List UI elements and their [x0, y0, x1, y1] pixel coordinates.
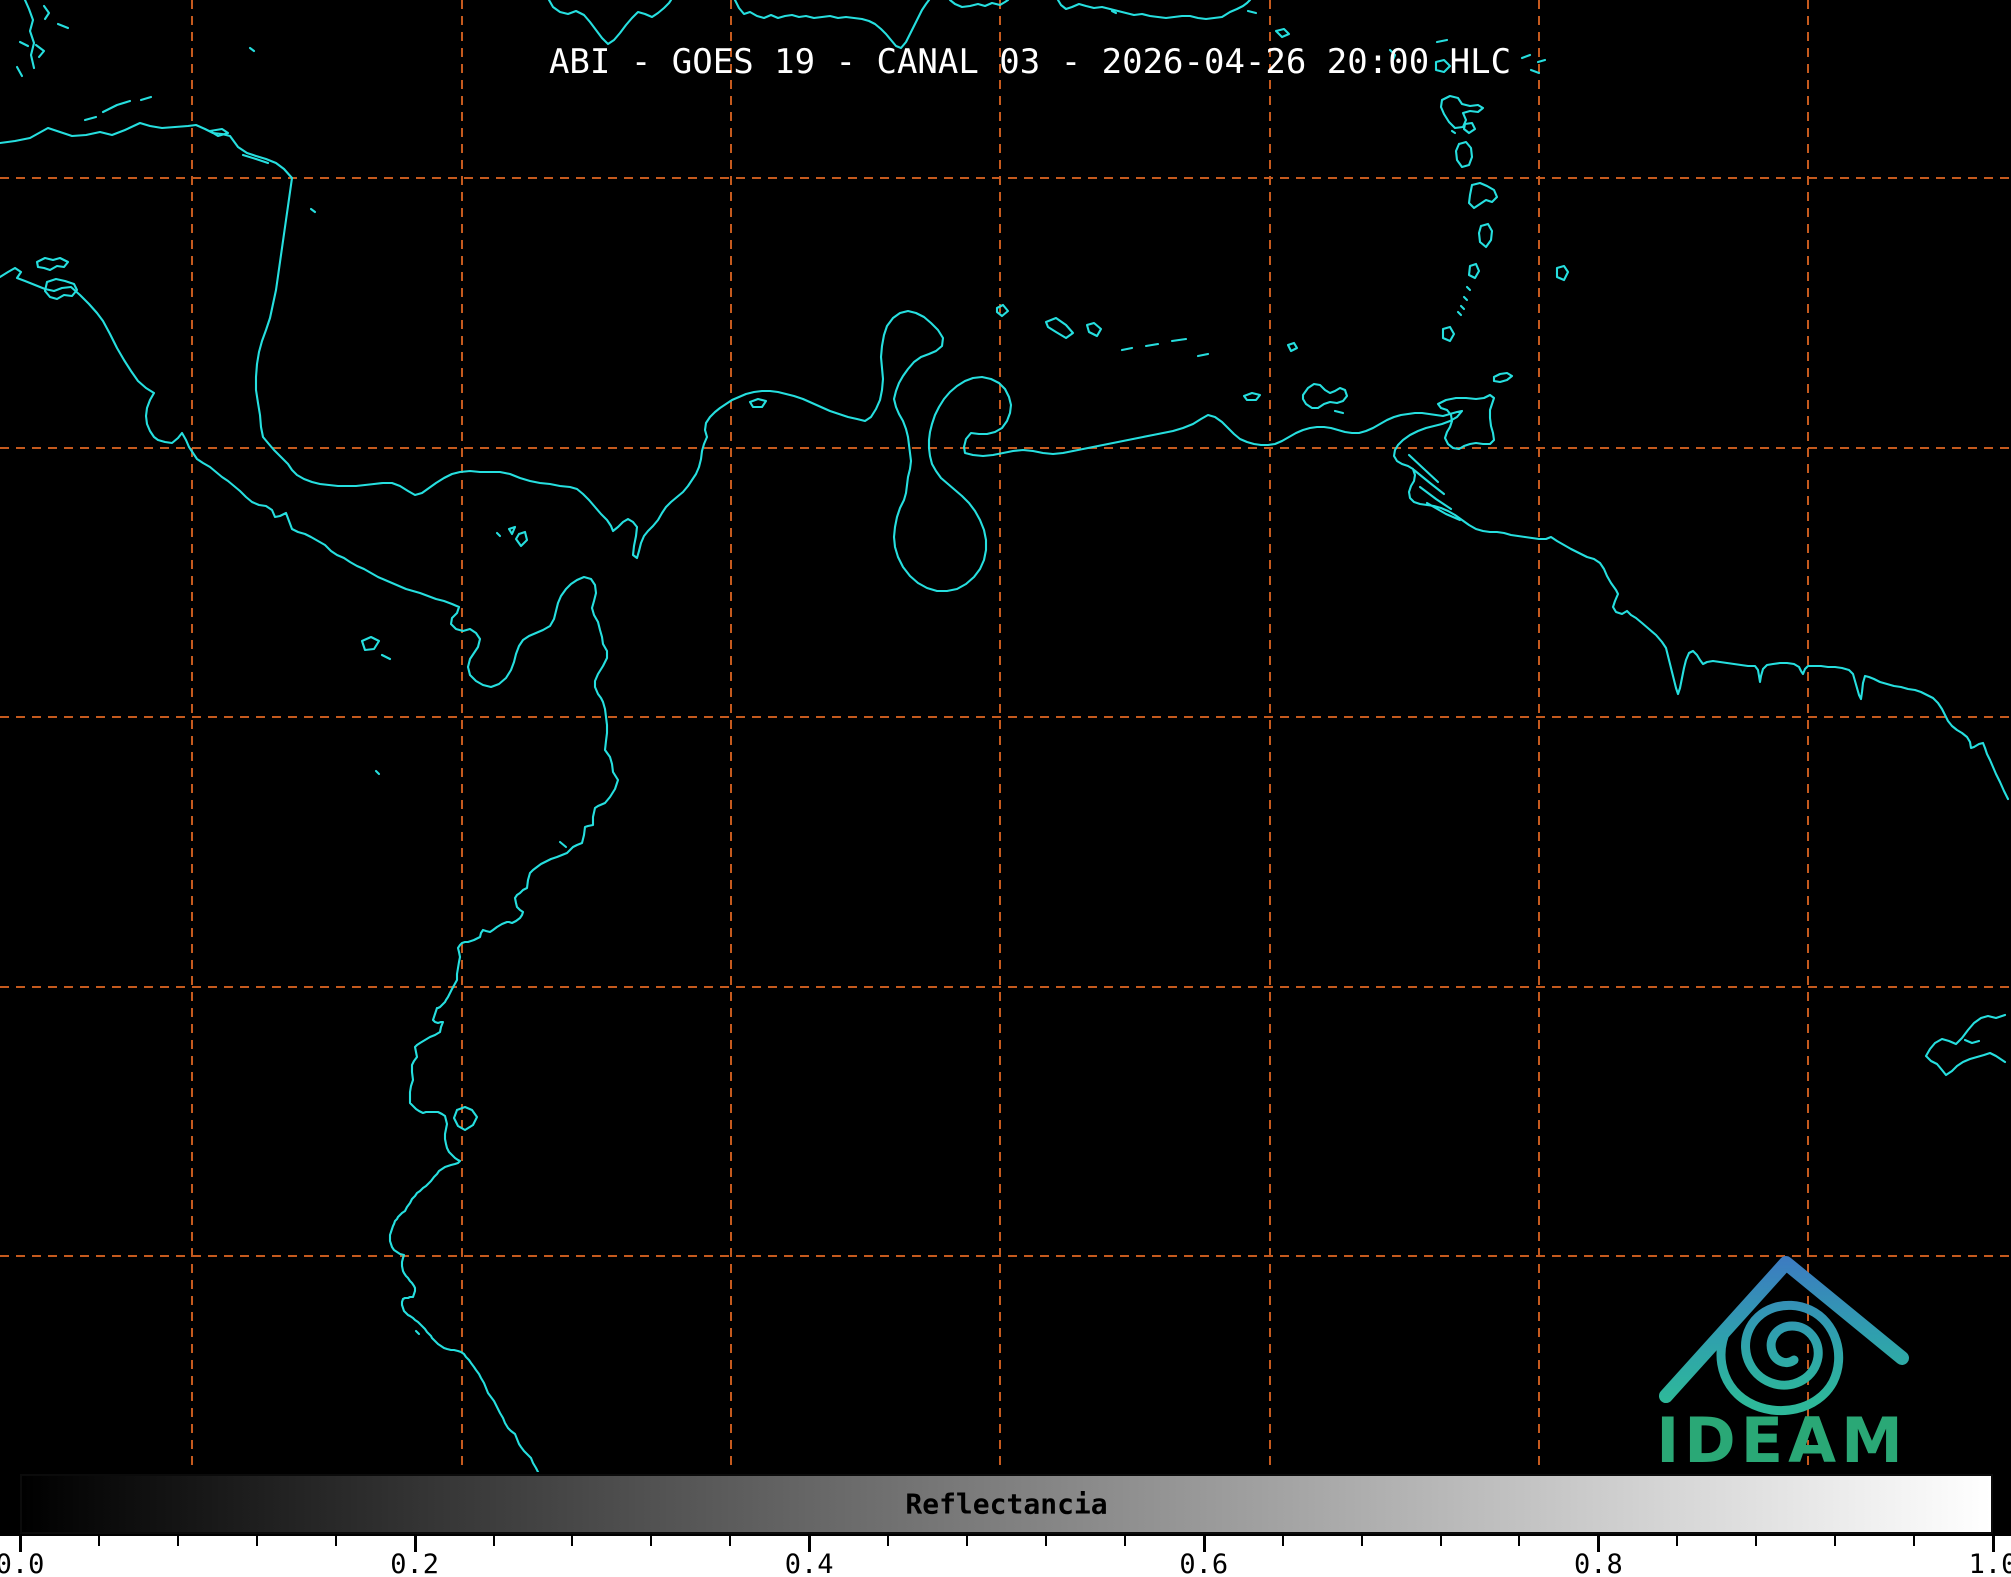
- colorbar-minor-tick: [1044, 1536, 1047, 1546]
- coastline-belize-cay-5: [15, 65, 24, 78]
- coastline-pearl-island-2: [514, 530, 529, 548]
- coastline-st-lucia: [1477, 222, 1494, 249]
- coastline-st-croix: [1274, 27, 1291, 39]
- colorbar-minor-tick: [887, 1536, 890, 1546]
- coastline-coche: [1333, 409, 1345, 415]
- coastline-la-blanquilla: [1286, 341, 1299, 353]
- coastline-grenada: [1441, 325, 1456, 343]
- coastline-antigua-1: [1520, 53, 1532, 60]
- colorbar-minor-tick: [334, 1536, 337, 1546]
- coastline-belize-coast: [23, 0, 36, 70]
- coastline-guadeloupe: [1439, 94, 1485, 130]
- coastline-pearl-island-3: [495, 531, 502, 538]
- coastline-st-vincent: [1467, 262, 1481, 280]
- coastline-cienaga-santa-marta: [748, 397, 768, 409]
- ideam-logo-text: IDEAM: [1656, 1404, 1908, 1477]
- coastline-los-roques-2: [1144, 342, 1160, 348]
- coastline-martinique: [1467, 181, 1499, 210]
- coastline-marie-galante: [1462, 121, 1477, 135]
- coastline-vieques: [1246, 9, 1258, 15]
- coastline-lake-managua: [35, 256, 70, 272]
- colorbar-minor-tick: [1518, 1536, 1521, 1546]
- colorbar-minor-tick: [176, 1536, 179, 1546]
- coastline-grenadines-3: [1459, 304, 1466, 311]
- colorbar-minor-tick: [97, 1536, 100, 1546]
- colorbar-minor-tick: [1676, 1536, 1679, 1546]
- colorbar-tick-label: 0.2: [390, 1549, 439, 1577]
- coastline-barbados: [1555, 264, 1570, 282]
- coastline-miskito-cay: [309, 207, 317, 214]
- colorbar-tick-label: 0.8: [1574, 1549, 1623, 1577]
- coastline-dominican-south-coast: [733, 0, 931, 50]
- colorbar-minor-tick: [1123, 1536, 1126, 1546]
- coastline-puerto-rico-south-coast: [1056, 0, 1252, 21]
- colorbar-minor-tick: [492, 1536, 495, 1546]
- ideam-logo: IDEAM: [1656, 1256, 1909, 1477]
- coastline-margarita: [1301, 382, 1349, 410]
- colorbar-tick-label: 1.0: [1968, 1549, 2011, 1577]
- coastline-roatan: [101, 99, 132, 114]
- coastline-orinoco-channel-4: [1425, 501, 1462, 522]
- coastline-belize-cay-1: [42, 4, 51, 21]
- coastline-amazon-mouth: [1924, 1013, 2007, 1077]
- coastline-amazon-channel: [1963, 1038, 1981, 1045]
- colorbar-tick-label: 0.6: [1179, 1549, 1229, 1577]
- coastline-la-tortuga: [1242, 391, 1262, 402]
- colorbar-minor-tick: [1913, 1536, 1916, 1546]
- coastline-antigua-3: [1529, 68, 1541, 75]
- colorbar-minor-tick: [650, 1536, 653, 1546]
- coastline-antigua-2: [1536, 58, 1547, 64]
- coastline-guanaja: [139, 95, 153, 102]
- colorbar-minor-tick: [729, 1536, 732, 1546]
- colorbar-label: Reflectancia: [905, 1487, 1108, 1521]
- reflectance-colorbar: Reflectancia: [20, 1474, 1993, 1534]
- coastline-caribbean-mainline: [0, 121, 2010, 801]
- coastline-los-roques-1: [1120, 346, 1134, 352]
- coastline-les-saintes: [1450, 129, 1457, 135]
- colorbar-minor-tick: [255, 1536, 258, 1546]
- colorbar-tick-label: 0.0: [0, 1549, 45, 1577]
- colorbar-minor-tick: [966, 1536, 969, 1546]
- coastline-belize-cay-3: [18, 40, 30, 48]
- coastline-la-orchila: [1196, 352, 1210, 358]
- coastline-tobago: [1492, 371, 1514, 384]
- coastline-grenadines-4: [1456, 310, 1463, 317]
- coastline-aruba: [995, 303, 1010, 318]
- coastline-gorgona: [558, 840, 568, 849]
- colorbar-axis-strip: 0.0 0.2 0.4 0.6 0.8 1.0: [0, 1536, 2011, 1577]
- colorbar-minor-tick: [1755, 1536, 1758, 1546]
- image-title: ABI - GOES 19 - CANAL 03 - 2026-04-26 20…: [548, 42, 1512, 82]
- colorbar-minor-tick: [571, 1536, 574, 1546]
- coastline-coiba: [360, 635, 381, 652]
- coastline-utila: [83, 115, 98, 122]
- coastline-belize-cay-2: [56, 22, 70, 30]
- coastline-malpelo: [374, 769, 381, 776]
- coastline-haiti-tiburon: [547, 0, 673, 46]
- colorbar-tick-label: 0.4: [784, 1549, 834, 1577]
- coastline-ecuador-islet: [414, 1329, 421, 1336]
- satellite-image-viewport: ABI - GOES 19 - CANAL 03 - 2026-04-26 20…: [0, 0, 2011, 1577]
- coastline-dominica: [1454, 140, 1474, 169]
- coastline-cebaco: [380, 653, 392, 661]
- coastline-puna-island: [452, 1105, 479, 1132]
- colorbar-minor-tick: [1834, 1536, 1837, 1546]
- coastline-curacao: [1044, 316, 1075, 340]
- coastline-grenadines-2: [1462, 295, 1469, 302]
- coastline-los-roques-3: [1170, 337, 1188, 343]
- coastline-pearl-island-1: [507, 525, 517, 536]
- colorbar-minor-tick: [1360, 1536, 1363, 1546]
- ideam-mountain-icon: [1659, 1256, 1909, 1416]
- coastline-grenadines-1: [1465, 285, 1472, 292]
- colorbar-minor-tick: [1281, 1536, 1284, 1546]
- colorbar-minor-tick: [1439, 1536, 1442, 1546]
- coastline-bonaire: [1085, 321, 1103, 338]
- coastline-swan-island: [248, 46, 256, 53]
- coastline-belize-cay-4: [34, 43, 46, 59]
